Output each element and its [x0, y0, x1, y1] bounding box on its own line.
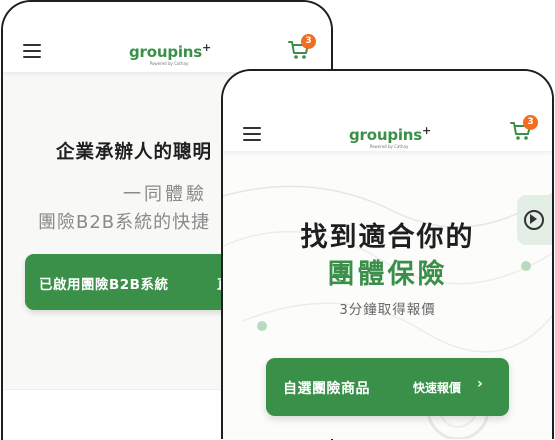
chevron-right-icon: ›	[477, 376, 483, 392]
front-phone-screen: groupins+ Powered by Cathay 3 找到適合你的 團體保…	[221, 69, 554, 439]
decor-dot	[257, 321, 267, 331]
menu-icon[interactable]	[23, 44, 41, 58]
menu-icon[interactable]	[243, 127, 261, 141]
select-products-button[interactable]: 自選團險商品 快速報價 ›	[266, 358, 509, 416]
groupins-logo[interactable]: groupins+ Powered by Cathay	[129, 40, 211, 66]
cart-count-badge: 3	[523, 115, 538, 130]
b2b-button-label: 已啟用團險B2B系統	[39, 277, 169, 293]
back-subline-1: 一同體驗	[123, 184, 207, 205]
quick-quote-label: 快速報價	[413, 381, 462, 395]
back-headline: 企業承辦人的聰明	[56, 142, 213, 163]
hero-headline-2: 團體保險	[327, 259, 448, 290]
cart-count-badge: 3	[301, 34, 316, 49]
cart-button[interactable]: 3	[510, 115, 538, 141]
hero-subtitle: 3分鐘取得報價	[339, 302, 436, 318]
back-app-header: groupins+ Powered by Cathay 3	[3, 2, 331, 72]
hero-headline-1: 找到適合你的	[300, 222, 475, 253]
groupins-logo[interactable]: groupins+ Powered by Cathay	[349, 123, 431, 149]
front-app-header: groupins+ Powered by Cathay 3	[223, 71, 552, 151]
select-products-label: 自選團險商品	[283, 381, 370, 397]
cart-button[interactable]: 3	[288, 34, 316, 60]
back-subline-2: 團險B2B系統的快捷	[38, 212, 211, 233]
